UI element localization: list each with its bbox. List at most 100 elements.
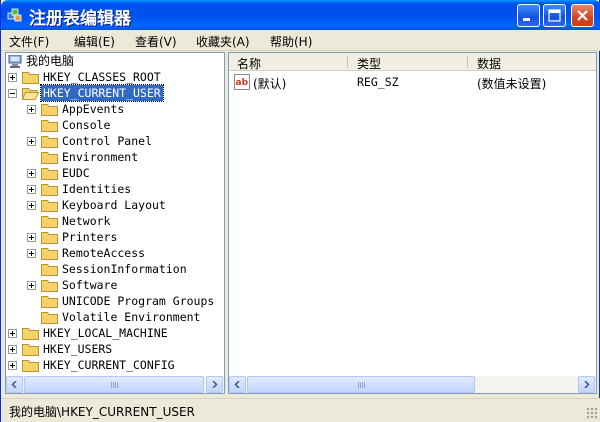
tree-horizontal-scrollbar[interactable] — [6, 376, 224, 393]
tree-label: AppEvents — [62, 102, 125, 116]
folder-icon — [41, 248, 58, 260]
status-path: 我的电脑\HKEY_CURRENT_USER — [9, 405, 195, 419]
arrow-left-icon — [11, 381, 17, 388]
arrow-right-icon — [584, 381, 590, 388]
tree-label: Environment — [62, 150, 139, 164]
scroll-thumb[interactable] — [24, 376, 204, 393]
menu-help[interactable]: 帮助(H) — [270, 33, 312, 50]
tree-label: HKEY_CURRENT_USER — [40, 84, 164, 102]
collapse-minus-icon[interactable] — [8, 89, 17, 98]
expand-plus-icon[interactable] — [8, 329, 17, 338]
menu-view[interactable]: 查看(V) — [135, 33, 177, 50]
expand-plus-icon[interactable] — [27, 233, 36, 242]
regedit-app-icon — [7, 8, 22, 22]
expand-plus-icon[interactable] — [27, 201, 36, 210]
value-name: (默认) — [253, 77, 287, 91]
folder-icon — [41, 120, 58, 132]
title-bar[interactable]: 注册表编辑器 — [1, 0, 600, 30]
folder-icon — [41, 216, 58, 228]
expand-plus-icon[interactable] — [27, 281, 36, 290]
value-data: (数值未设置) — [477, 77, 547, 91]
list-item[interactable]: ab (默认) REG_SZ (数值未设置) — [229, 73, 596, 91]
close-icon — [577, 10, 588, 21]
folder-icon — [41, 104, 58, 116]
value-list-pane[interactable]: 名称 类型 数据 ab (默认) REG_SZ (数值未设置) — [228, 52, 597, 394]
column-header-type[interactable]: 类型 — [357, 55, 381, 72]
menu-file[interactable]: 文件(F) — [9, 33, 49, 50]
regedit-window: 注册表编辑器 文件(F) 编辑(E) 查看(V) 收藏夹(A) 帮助(H) 我的… — [0, 0, 600, 422]
status-bar: 我的电脑\HKEY_CURRENT_USER — [1, 398, 600, 422]
menu-favorites[interactable]: 收藏夹(A) — [196, 33, 250, 50]
folder-icon — [22, 360, 39, 372]
window-title: 注册表编辑器 — [29, 9, 131, 29]
key-tree-pane[interactable]: 我的电脑 HKEY_CLASSES_ROOT HKEY_CURRENT_USER… — [5, 52, 225, 394]
scroll-right-button[interactable] — [206, 376, 223, 393]
arrow-left-icon — [234, 381, 240, 388]
folder-icon — [41, 264, 58, 276]
resize-grip-icon[interactable] — [586, 407, 598, 419]
expand-plus-icon[interactable] — [27, 137, 36, 146]
svg-text:ab: ab — [236, 78, 249, 88]
grip-icon — [358, 382, 366, 388]
grip-icon — [111, 382, 119, 388]
tree-label: Volatile Environment — [62, 310, 201, 324]
tree-label: UNICODE Program Groups — [62, 294, 215, 308]
string-value-icon: ab — [234, 74, 250, 90]
scroll-thumb[interactable] — [247, 376, 475, 393]
list-header: 名称 类型 数据 — [229, 53, 596, 72]
maximize-button[interactable] — [543, 4, 566, 27]
menu-edit[interactable]: 编辑(E) — [74, 33, 115, 50]
folder-icon — [41, 296, 58, 308]
menu-bar: 文件(F) 编辑(E) 查看(V) 收藏夹(A) 帮助(H) — [1, 30, 600, 51]
expand-plus-icon[interactable] — [27, 249, 36, 258]
folder-icon — [22, 328, 39, 340]
expand-plus-icon[interactable] — [8, 345, 17, 354]
tree-label: HKEY_USERS — [43, 342, 113, 356]
folder-icon — [41, 136, 58, 148]
maximize-icon — [548, 9, 561, 22]
tree-label: Software — [62, 278, 118, 292]
folder-icon — [41, 184, 58, 196]
column-divider[interactable] — [347, 56, 348, 68]
scroll-left-button[interactable] — [6, 376, 23, 393]
tree-label: HKEY_LOCAL_MACHINE — [43, 326, 168, 340]
tree-label: Console — [62, 118, 111, 132]
tree-label: RemoteAccess — [62, 246, 146, 260]
expand-plus-icon[interactable] — [27, 169, 36, 178]
tree-label-root: 我的电脑 — [26, 54, 75, 68]
tree-label: Control Panel — [62, 134, 153, 148]
expand-plus-icon[interactable] — [8, 73, 17, 82]
folder-icon — [41, 168, 58, 180]
tree-label: Identities — [62, 182, 132, 196]
tree-label: Keyboard Layout — [62, 198, 166, 212]
open-folder-icon — [22, 88, 39, 100]
expand-plus-icon[interactable] — [27, 185, 36, 194]
tree-label: Network — [62, 214, 111, 228]
expand-plus-icon[interactable] — [27, 105, 36, 114]
arrow-right-icon — [212, 381, 218, 388]
tree-label: SessionInformation — [62, 262, 187, 276]
column-divider[interactable] — [467, 56, 468, 68]
folder-icon — [41, 200, 58, 212]
scroll-left-button[interactable] — [229, 376, 246, 393]
minimize-button[interactable] — [517, 4, 540, 27]
expand-plus-icon[interactable] — [8, 361, 17, 370]
computer-icon — [8, 55, 22, 68]
folder-icon — [41, 232, 58, 244]
folder-icon — [41, 152, 58, 164]
tree-label: EUDC — [62, 166, 90, 180]
folder-icon — [41, 280, 58, 292]
scroll-right-button[interactable] — [578, 376, 595, 393]
folder-icon — [22, 344, 39, 356]
close-button[interactable] — [571, 4, 594, 27]
folder-icon — [22, 72, 39, 84]
minimize-icon — [523, 18, 530, 21]
list-horizontal-scrollbar[interactable] — [229, 376, 596, 393]
tree-label: HKEY_CURRENT_CONFIG — [43, 358, 175, 372]
folder-icon — [41, 312, 58, 324]
tree-label: Printers — [62, 230, 118, 244]
column-header-data[interactable]: 数据 — [477, 55, 501, 72]
tree-label: HKEY_CLASSES_ROOT — [43, 70, 161, 84]
column-header-name[interactable]: 名称 — [237, 55, 261, 72]
value-type: REG_SZ — [357, 75, 399, 89]
